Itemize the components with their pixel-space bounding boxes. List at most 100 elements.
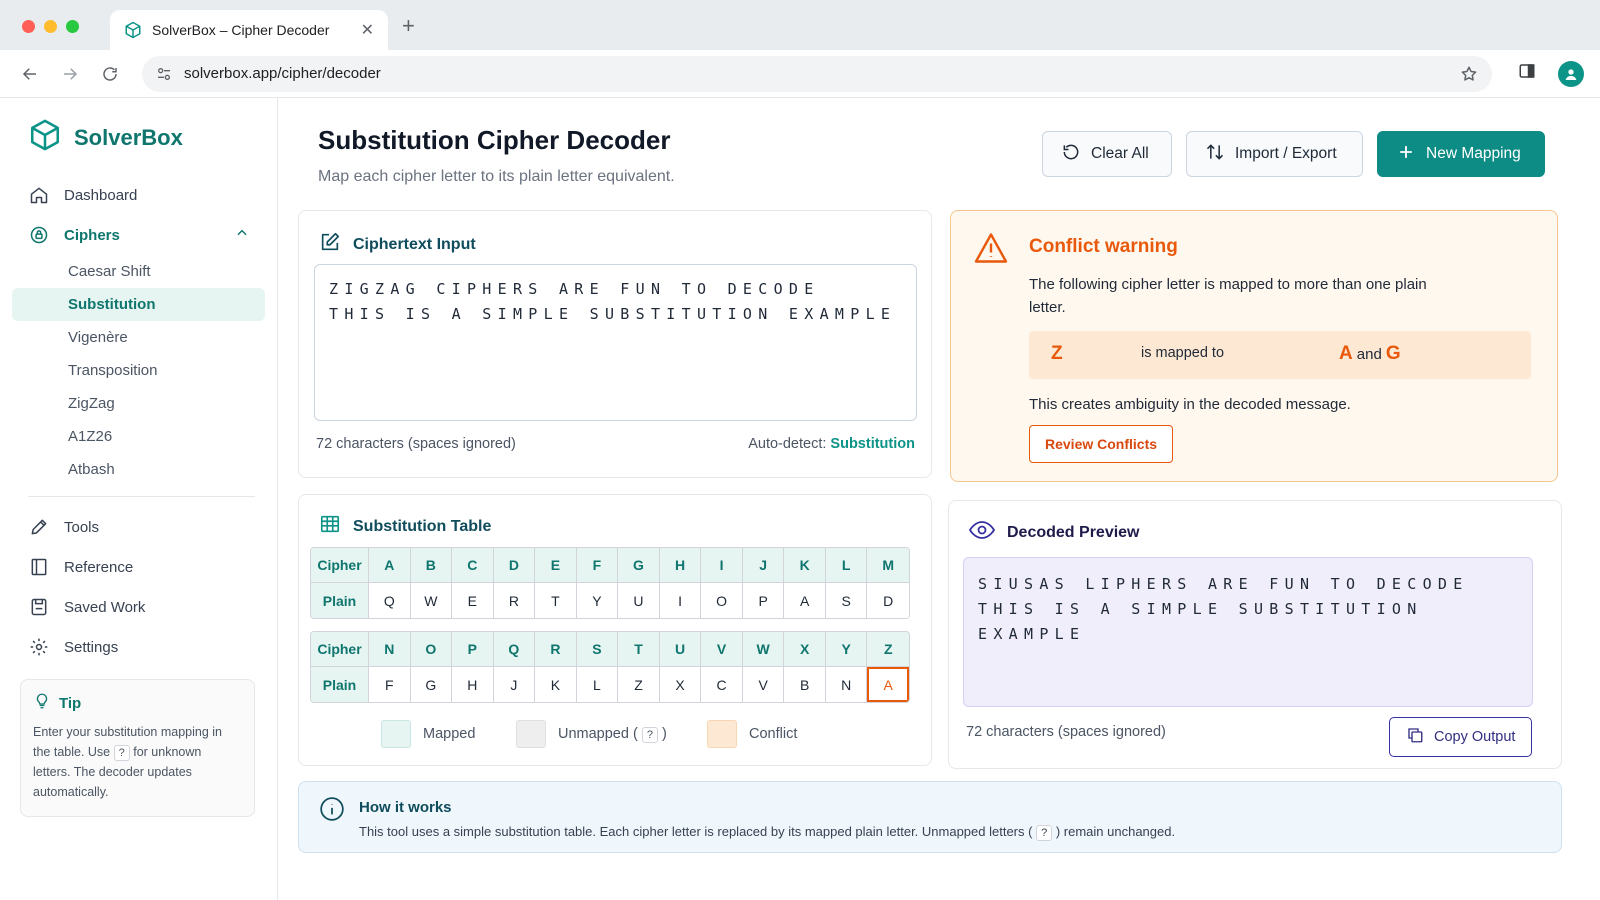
brand[interactable]: SolverBox xyxy=(12,118,265,157)
plain-letter-cell[interactable]: Q xyxy=(369,583,411,618)
close-window-button[interactable] xyxy=(22,20,35,33)
card-title: Substitution Table xyxy=(353,517,492,535)
reload-button[interactable] xyxy=(96,60,124,88)
plain-letter-cell[interactable]: F xyxy=(369,667,411,702)
sidebar-subitem-substitution[interactable]: Substitution xyxy=(12,288,265,321)
browser-tab[interactable]: SolverBox – Cipher Decoder ✕ xyxy=(110,10,388,50)
cipher-letter-cell: Q xyxy=(493,632,536,667)
main-content: Substitution Cipher Decoder Map each cip… xyxy=(278,98,1600,900)
minimize-window-button[interactable] xyxy=(44,20,57,33)
side-panel-icon[interactable] xyxy=(1518,62,1536,85)
legend-label: Mapped xyxy=(423,726,476,742)
review-conflicts-button[interactable]: Review Conflicts xyxy=(1029,425,1174,463)
plain-letter-cell[interactable]: C xyxy=(701,667,743,702)
plain-letter-cell[interactable]: L xyxy=(576,667,619,702)
plain-letter-cell[interactable]: B xyxy=(784,667,826,702)
maximize-window-button[interactable] xyxy=(66,20,79,33)
cube-icon xyxy=(124,21,142,39)
conflict-detail-row: Z is mapped to A and G xyxy=(1029,331,1531,379)
plain-letter-cell[interactable]: Z xyxy=(618,667,660,702)
ciphertext-textarea[interactable]: ZIGZAG CIPHERS ARE FUN TO DECODE THIS IS… xyxy=(314,264,917,421)
legend-swatch-unmapped xyxy=(516,720,546,748)
plain-letter-cell[interactable]: D xyxy=(867,583,909,618)
sidebar-subitem-vigenere[interactable]: Vigenère xyxy=(12,321,265,354)
decoded-line: SIUSAS LIPHERS ARE FUN TO DECODE xyxy=(978,575,1469,593)
card-header: Substitution Table xyxy=(319,513,491,540)
back-button[interactable] xyxy=(16,60,44,88)
sidebar-item-label: Reference xyxy=(64,558,134,576)
how-text-part: This tool uses a simple substitution tab… xyxy=(359,824,1033,839)
plain-letter-cell[interactable]: T xyxy=(535,583,577,618)
plain-letter-cell[interactable]: X xyxy=(659,667,702,702)
sidebar-subitem-a1z26[interactable]: A1Z26 xyxy=(12,420,265,453)
page-title: Substitution Cipher Decoder xyxy=(318,125,671,155)
profile-avatar[interactable] xyxy=(1558,60,1584,87)
book-icon xyxy=(28,557,50,577)
legend-label: Unmapped ( ? ) xyxy=(558,726,667,743)
forward-button[interactable] xyxy=(56,60,84,88)
tab-close-icon[interactable]: ✕ xyxy=(361,20,374,40)
sidebar-item-settings[interactable]: Settings xyxy=(12,627,265,667)
sidebar-item-tools[interactable]: Tools xyxy=(12,507,265,547)
cipher-letter-cell: H xyxy=(659,548,702,583)
plain-letter-cell[interactable]: G xyxy=(410,667,453,702)
sidebar-item-reference[interactable]: Reference xyxy=(12,547,265,587)
plain-letter-cell[interactable]: P xyxy=(742,583,785,618)
site-settings-icon[interactable] xyxy=(156,66,172,82)
plain-letter-cell-conflict[interactable]: A xyxy=(867,667,909,702)
how-title: How it works xyxy=(359,799,452,816)
cipher-letter-cell: A xyxy=(369,548,411,583)
plain-letter-cell[interactable]: V xyxy=(742,667,785,702)
sidebar-subitem-transposition[interactable]: Transposition xyxy=(12,354,265,387)
plain-letter-cell[interactable]: J xyxy=(493,667,536,702)
plain-letter-cell[interactable]: S xyxy=(825,583,868,618)
card-title: Decoded Preview xyxy=(1007,523,1140,541)
sidebar-divider xyxy=(28,496,255,497)
sidebar-subitem-zigzag[interactable]: ZigZag xyxy=(12,387,265,420)
warning-title: Conflict warning xyxy=(1029,236,1178,257)
plain-letter-cell[interactable]: O xyxy=(701,583,743,618)
plain-letter-cell[interactable]: A xyxy=(784,583,826,618)
copy-output-button[interactable]: Copy Output xyxy=(1389,717,1533,757)
browser-window: SolverBox – Cipher Decoder ✕ + solverbox… xyxy=(0,0,1600,900)
plain-letter-cell[interactable]: U xyxy=(618,583,660,618)
sidebar-subitem-atbash[interactable]: Atbash xyxy=(12,453,265,486)
plain-letter-cell[interactable]: W xyxy=(410,583,453,618)
sidebar-item-dashboard[interactable]: Dashboard xyxy=(12,175,265,215)
cipher-letter-cell: P xyxy=(452,632,494,667)
new-mapping-button[interactable]: New Mapping xyxy=(1377,131,1545,177)
plain-letter-cell[interactable]: N xyxy=(825,667,868,702)
card-title: Ciphertext Input xyxy=(353,235,476,253)
sidebar-subitem-caesar-shift[interactable]: Caesar Shift xyxy=(12,255,265,288)
cipher-letter-cell: V xyxy=(701,632,743,667)
plain-letter-cell[interactable]: H xyxy=(452,667,494,702)
sidebar-item-saved-work[interactable]: Saved Work xyxy=(12,587,265,627)
plain-letter-cell[interactable]: I xyxy=(659,583,702,618)
address-bar[interactable]: solverbox.app/cipher/decoder xyxy=(142,55,1492,92)
cipher-letter-cell: B xyxy=(410,548,453,583)
plain-letter-cell[interactable]: R xyxy=(493,583,536,618)
plus-icon xyxy=(1396,142,1416,167)
conflict-plain-a: A xyxy=(1339,343,1353,364)
cipher-letter-cell: U xyxy=(659,632,702,667)
bookmark-star-icon[interactable] xyxy=(1460,65,1478,83)
plain-letter-cell[interactable]: K xyxy=(535,667,577,702)
clear-all-button[interactable]: Clear All xyxy=(1042,131,1172,177)
chevron-up-icon[interactable] xyxy=(235,226,249,244)
plain-letter-cell[interactable]: E xyxy=(452,583,494,618)
cipher-letter-cell: L xyxy=(825,548,868,583)
decoded-output-box[interactable]: SIUSAS LIPHERS ARE FUN TO DECODE THIS IS… xyxy=(963,557,1533,707)
new-tab-button[interactable]: + xyxy=(402,15,415,37)
import-export-button[interactable]: Import / Export xyxy=(1186,131,1363,177)
cipher-letter-cell: C xyxy=(452,548,494,583)
substitution-grid-a-m: Cipher A B C D E F G H I J K L M Plain Q W E R T Y U I O P A S D xyxy=(310,547,910,619)
substitution-grid-n-z: Cipher N O P Q R S T U V W X Y Z Plain F G H J K L Z X C V B N A xyxy=(310,631,910,703)
sidebar-item-ciphers[interactable]: Ciphers xyxy=(12,215,265,255)
cipher-letter-cell: S xyxy=(576,632,619,667)
cipher-letter-cell: E xyxy=(535,548,577,583)
plain-letter-cell[interactable]: Y xyxy=(576,583,619,618)
autodetect-value[interactable]: Substitution xyxy=(830,436,915,452)
sidebar-item-label: Settings xyxy=(64,638,119,656)
how-text-part: ) remain unchanged. xyxy=(1055,824,1176,839)
clear-all-label: Clear All xyxy=(1091,145,1149,162)
